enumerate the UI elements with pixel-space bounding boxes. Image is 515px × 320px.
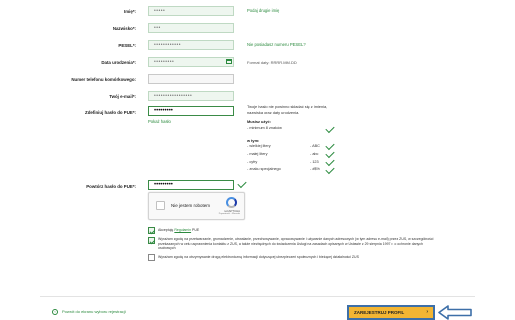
- last-name-label: Nazwisko*:: [112, 26, 136, 31]
- password-input[interactable]: •••••••••: [148, 106, 234, 116]
- accept-suffix: PUE: [191, 228, 200, 232]
- register-profile-button[interactable]: ZAREJESTRUJ PROFIL ›: [347, 305, 435, 320]
- req-upper-example: - ABC: [310, 144, 320, 148]
- newsletter-checkbox[interactable]: [148, 254, 155, 261]
- phone-label: Numer telefonu komórkowego:: [71, 77, 136, 82]
- register-profile-label: ZAREJESTRUJ PROFIL: [354, 310, 405, 315]
- check-icon: [237, 178, 247, 189]
- req-digit: - cyfry: [247, 160, 258, 164]
- recaptcha-logo-icon: [226, 197, 237, 208]
- phone-input[interactable]: [148, 74, 234, 84]
- req-special-example: - #$%: [310, 167, 320, 171]
- first-name-input[interactable]: •••••: [148, 6, 234, 16]
- newsletter-consent-text: Wyrażam zgodę na otrzymywanie drogą elek…: [158, 255, 359, 259]
- pesel-input[interactable]: ••••••••••••: [148, 40, 234, 50]
- password-hint-line2: nazwiska oraz daty urodzenia.: [247, 110, 300, 115]
- must-contain-heading: Musisz użyć:: [247, 119, 271, 124]
- accept-terms-checkbox[interactable]: [148, 227, 155, 234]
- calendar-icon[interactable]: [226, 59, 232, 64]
- chevron-right-icon: ›: [426, 309, 428, 315]
- back-arrow-icon[interactable]: ‹: [52, 309, 58, 315]
- email-input[interactable]: •••••••••••••••••: [148, 91, 234, 101]
- recaptcha-checkbox[interactable]: [156, 201, 165, 210]
- check-icon: [325, 123, 335, 134]
- data-processing-checkbox[interactable]: [148, 237, 155, 244]
- req-digit-example: - 123: [310, 160, 319, 164]
- no-pesel-link[interactable]: Nie posiadasz numeru PESEL?: [247, 42, 306, 47]
- recaptcha-label: Nie jestem robotem: [171, 203, 211, 208]
- first-name-label: Imię*:: [124, 9, 136, 14]
- footer-divider: [40, 296, 475, 297]
- pointer-arrow-icon: [438, 305, 472, 320]
- recaptcha-widget: Nie jestem robotem reCAPTCHA Prywatność …: [148, 192, 245, 220]
- req-special: - znaku specjalnego: [247, 167, 281, 171]
- date-format-hint: Format daty: RRRR.MM.DD: [247, 60, 297, 65]
- email-label: Twój e-mail*:: [109, 94, 136, 99]
- check-icon: [325, 164, 335, 175]
- last-name-input[interactable]: •••: [148, 23, 234, 33]
- req-lower: - małej litery: [247, 152, 268, 156]
- password-repeat-label: Powtórz hasło do PUE*:: [86, 184, 136, 189]
- password-hint-line1: Twoje hasło nie powinno składać się z im…: [247, 104, 328, 109]
- pesel-label: PESEL*:: [118, 43, 136, 48]
- req-lower-example: - abc: [310, 152, 319, 156]
- birth-date-label: Data urodzenia*:: [101, 60, 136, 65]
- terms-link[interactable]: Regulamin: [174, 228, 191, 232]
- recaptcha-privacy-links[interactable]: Prywatność - Warunki: [219, 213, 240, 215]
- req-min-chars: - minimum 8 znaków: [247, 126, 282, 130]
- accept-prefix: Akceptuję: [158, 228, 175, 232]
- show-password-link[interactable]: Pokaż hasło: [148, 119, 171, 124]
- back-link[interactable]: Powrót do ekranu wyboru rejestracji: [62, 309, 126, 314]
- password-label: Zdefiniuj hasło do PUE*:: [85, 110, 136, 115]
- in-that-heading: w tym:: [247, 138, 260, 143]
- req-upper: - wielkiej litery: [247, 144, 271, 148]
- data-processing-consent-text: Wyrażam zgodę na przetwarzanie, gromadze…: [158, 237, 434, 251]
- accept-terms-text: Akceptuję Regulamin PUE: [158, 228, 199, 233]
- password-repeat-input[interactable]: •••••••••: [148, 180, 234, 190]
- second-name-link[interactable]: Podaj drugie imię: [247, 8, 279, 13]
- birth-date-input[interactable]: •••••••••: [148, 57, 234, 67]
